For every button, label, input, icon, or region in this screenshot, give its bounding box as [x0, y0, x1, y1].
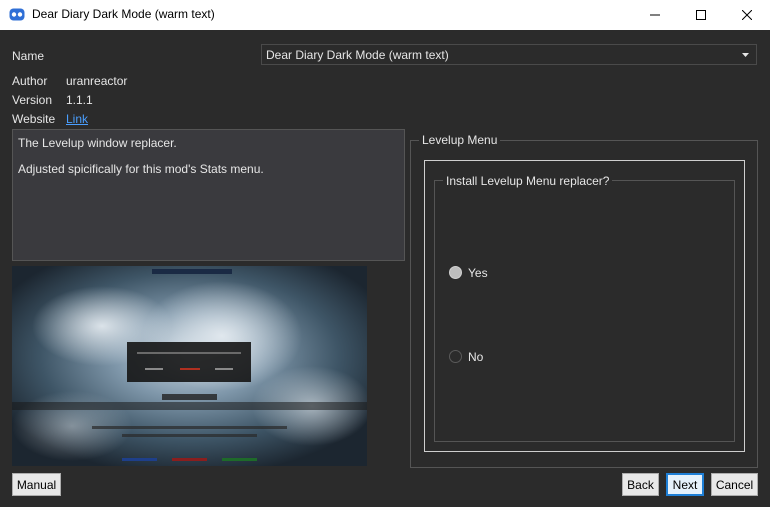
- author-label: Author: [12, 74, 48, 88]
- close-icon: [742, 10, 752, 20]
- description-line-2: Adjusted spicifically for this mod's Sta…: [18, 162, 264, 176]
- version-label: Version: [12, 93, 53, 107]
- app-icon: [9, 8, 25, 21]
- preview-artwork: [12, 266, 367, 466]
- window-title: Dear Diary Dark Mode (warm text): [32, 7, 215, 21]
- preview-image: [12, 266, 367, 466]
- author-value: uranreactor: [66, 74, 128, 88]
- maximize-icon: [696, 10, 706, 20]
- next-button[interactable]: Next: [666, 473, 704, 496]
- yes-radio-label[interactable]: Yes: [468, 266, 488, 280]
- minimize-icon: [650, 14, 660, 16]
- website-label: Website: [12, 112, 56, 126]
- yes-radio[interactable]: [449, 266, 462, 279]
- description-line-1: The Levelup window replacer.: [18, 136, 177, 150]
- version-value: 1.1.1: [66, 93, 93, 107]
- install-replacer-question: Install Levelup Menu replacer?: [443, 174, 613, 188]
- back-button[interactable]: Back: [622, 473, 659, 496]
- cancel-button[interactable]: Cancel: [711, 473, 758, 496]
- no-radio[interactable]: [449, 350, 462, 363]
- no-radio-label[interactable]: No: [468, 350, 483, 364]
- minimize-button[interactable]: [632, 0, 678, 30]
- levelup-menu-group-title: Levelup Menu: [419, 133, 501, 147]
- install-replacer-group: [434, 180, 735, 442]
- name-label: Name: [12, 49, 45, 63]
- name-select-value: Dear Diary Dark Mode (warm text): [266, 48, 449, 62]
- maximize-button[interactable]: [678, 0, 724, 30]
- description-box[interactable]: The Levelup window replacer. Adjusted sp…: [12, 129, 405, 261]
- manual-button[interactable]: Manual: [12, 473, 61, 496]
- title-bar: Dear Diary Dark Mode (warm text): [0, 0, 770, 30]
- close-button[interactable]: [724, 0, 770, 30]
- chevron-down-icon: [742, 53, 749, 57]
- name-select[interactable]: Dear Diary Dark Mode (warm text): [261, 44, 757, 65]
- website-link[interactable]: Link: [66, 112, 88, 126]
